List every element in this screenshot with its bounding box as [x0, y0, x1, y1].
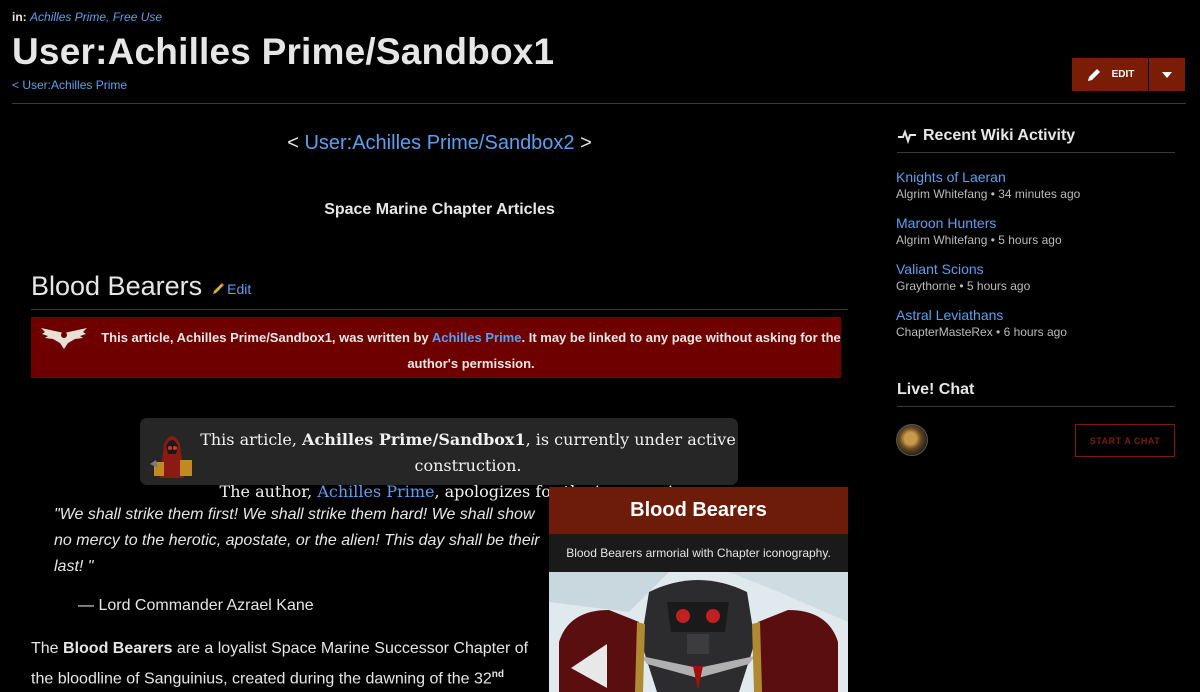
edit-button-group: EDIT	[1072, 58, 1185, 91]
section-edit-link[interactable]: Edit	[212, 281, 251, 297]
pencil-icon	[213, 283, 225, 294]
start-chat-button[interactable]: START A CHAT	[1075, 424, 1175, 457]
recent-activity-heading: Recent Wiki Activity	[897, 127, 1075, 145]
parent-page-link[interactable]: < User:Achilles Prime	[12, 78, 127, 92]
aquila-icon	[41, 328, 87, 349]
sandbox2-link[interactable]: User:Achilles Prime/Sandbox2	[304, 132, 574, 154]
section-title: Blood Bearers	[31, 271, 203, 301]
list-item: Valiant Scions Graythorne • 5 hours ago	[896, 261, 1176, 307]
activity-page-link[interactable]: Maroon Hunters	[896, 215, 1176, 232]
activity-page-link[interactable]: Knights of Laeran	[896, 169, 1176, 186]
list-item: Knights of Laeran Algrim Whitefang • 34 …	[896, 169, 1176, 215]
category-breadcrumb: in: Achilles Prime, Free Use	[12, 10, 162, 24]
sandbox-navigation: < User:Achilles Prime/Sandbox2 >	[31, 132, 848, 155]
page-title: User:Achilles Prime/Sandbox1	[12, 31, 555, 72]
chapter-infobox: Blood Bearers Blood Bearers armorial wit…	[549, 487, 848, 692]
activity-meta: Algrim Whitefang • 5 hours ago	[896, 233, 1062, 247]
author-notice-text: This article, Achilles Prime/Sandbox1, w…	[101, 325, 841, 377]
construction-author-link[interactable]: Achilles Prime	[317, 482, 434, 501]
live-chat-divider	[897, 406, 1175, 407]
construction-author-before: The author,	[219, 482, 318, 501]
nav-right-bracket: >	[580, 132, 592, 154]
section-edit-label: Edit	[227, 280, 252, 297]
caret-down-icon	[1162, 71, 1172, 78]
activity-pulse-icon	[898, 129, 916, 144]
header-divider	[12, 103, 1186, 104]
category-links[interactable]: Achilles Prime, Free Use	[30, 10, 162, 24]
live-chat-heading: Live! Chat	[897, 381, 974, 399]
chat-avatar[interactable]	[896, 424, 928, 456]
edit-dropdown-button[interactable]	[1149, 58, 1185, 91]
breadcrumb-prefix: in:	[12, 10, 27, 24]
notice-text-before: This article, Achilles Prime/Sandbox1, w…	[101, 330, 432, 345]
live-chat-title: Live! Chat	[897, 381, 975, 398]
recent-activity-title: Recent Wiki Activity	[923, 127, 1076, 144]
activity-page-link[interactable]: Astral Leviathans	[896, 307, 1176, 324]
construction-line-1: This article, Achilles Prime/Sandbox1, i…	[198, 427, 738, 479]
recent-activity-divider	[897, 152, 1175, 153]
pencil-icon	[1087, 68, 1100, 81]
construction-text-before: This article,	[200, 430, 303, 449]
activity-meta: ChapterMasteRex • 6 hours ago	[896, 325, 1067, 339]
article-body-paragraph: The Blood Bearers are a loyalist Space M…	[31, 636, 536, 692]
body-chapter-name: Blood Bearers	[63, 640, 173, 657]
activity-meta: Algrim Whitefang • 34 minutes ago	[896, 187, 1081, 201]
body-superscript: nd	[491, 669, 504, 680]
section-divider	[31, 309, 848, 310]
quote-attribution: — Lord Commander Azrael Kane	[78, 597, 314, 614]
infobox-title: Blood Bearers	[549, 487, 848, 534]
chapter-quote: "We shall strike them first! We shall st…	[54, 506, 540, 575]
section-heading: Blood Bearers Edit	[31, 271, 251, 302]
edit-button[interactable]: EDIT	[1072, 58, 1148, 91]
recent-activity-list: Knights of Laeran Algrim Whitefang • 34 …	[896, 169, 1176, 353]
list-item: Astral Leviathans ChapterMasteRex • 6 ho…	[896, 307, 1176, 353]
notice-author-link[interactable]: Achilles Prime	[432, 330, 522, 345]
body-text-before: The	[31, 640, 64, 657]
edit-button-label: EDIT	[1111, 69, 1135, 80]
list-item: Maroon Hunters Algrim Whitefang • 5 hour…	[896, 215, 1176, 261]
chapter-articles-heading: Space Marine Chapter Articles	[324, 201, 555, 218]
author-notice-banner: This article, Achilles Prime/Sandbox1, w…	[31, 317, 841, 378]
space-marine-armorial-image[interactable]	[549, 572, 848, 692]
nav-left-bracket: <	[287, 132, 299, 154]
under-construction-box: This article, Achilles Prime/Sandbox1, i…	[140, 418, 738, 501]
construction-article-name: Achilles Prime/Sandbox1	[302, 430, 526, 449]
infobox-caption: Blood Bearers armorial with Chapter icon…	[566, 546, 831, 560]
tech-priest-icon	[150, 436, 192, 478]
activity-page-link[interactable]: Valiant Scions	[896, 261, 1176, 278]
activity-meta: Graythorne • 5 hours ago	[896, 279, 1031, 293]
